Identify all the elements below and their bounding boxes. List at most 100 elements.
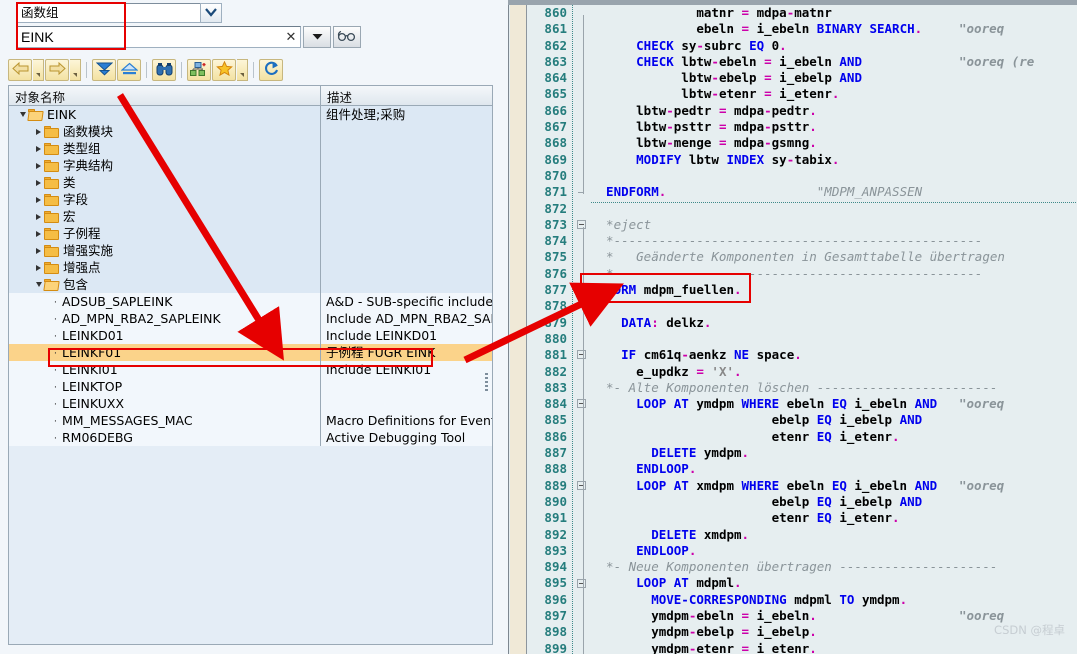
- code-line[interactable]: *- Alte Komponenten löschen ------------…: [591, 380, 1077, 396]
- table-row[interactable]: · LEINKD01 Include LEINKD01: [9, 327, 492, 344]
- code-line[interactable]: lbtw-etenr = i_etenr.: [591, 86, 1077, 102]
- table-row[interactable]: 类: [9, 174, 492, 191]
- code-token: .: [741, 526, 750, 542]
- find-button[interactable]: [152, 59, 176, 81]
- table-row[interactable]: · AD_MPN_RBA2_SAPLEINK Include AD_MPN_RBA2…: [9, 310, 492, 327]
- code-line[interactable]: *---------------------------------------…: [591, 233, 1077, 249]
- table-row[interactable]: 字段: [9, 191, 492, 208]
- editor-fold-gutter[interactable]: [573, 5, 591, 654]
- table-row[interactable]: 类型组: [9, 140, 492, 157]
- object-name-dropdown-button[interactable]: [303, 26, 331, 48]
- code-line[interactable]: LOOP AT xmdpm WHERE ebeln EQ i_ebeln AND…: [591, 478, 1077, 494]
- code-line[interactable]: ebelp EQ i_ebelp AND: [591, 494, 1077, 510]
- code-line[interactable]: [591, 201, 1077, 217]
- collapse-all-button[interactable]: [117, 59, 141, 81]
- code-line[interactable]: [591, 331, 1077, 347]
- code-line[interactable]: CHECK sy-subrc EQ 0.: [591, 38, 1077, 54]
- code-line[interactable]: * Geänderte Komponenten in Gesamttabelle…: [591, 249, 1077, 265]
- column-header-description[interactable]: 描述: [321, 86, 492, 105]
- forward-dropdown[interactable]: [70, 59, 81, 81]
- code-line[interactable]: ebelp EQ i_ebelp AND: [591, 412, 1077, 428]
- code-line[interactable]: matnr = mdpa-matnr: [591, 5, 1077, 21]
- back-dropdown[interactable]: [33, 59, 44, 81]
- code-line[interactable]: MOVE-CORRESPONDING mdpml TO ymdpm.: [591, 592, 1077, 608]
- code-token: mdpml: [696, 575, 734, 591]
- code-line[interactable]: ymdpm-etenr = i_etenr.: [591, 641, 1077, 654]
- fold-toggle-icon[interactable]: [577, 219, 586, 229]
- back-button[interactable]: [8, 59, 32, 81]
- code-line[interactable]: *eject: [591, 217, 1077, 233]
- code-line[interactable]: IF cm61q-aenkz NE space.: [591, 347, 1077, 363]
- code-line[interactable]: ENDLOOP.: [591, 461, 1077, 477]
- object-type-dropdown-button[interactable]: [200, 3, 222, 23]
- code-line[interactable]: lbtw-pedtr = mdpa-pedtr.: [591, 103, 1077, 119]
- table-row[interactable]: 宏: [9, 208, 492, 225]
- code-line[interactable]: LOOP AT mdpml.: [591, 575, 1077, 591]
- editor-bookmark-gutter[interactable]: [510, 5, 527, 654]
- chevron-down-icon[interactable]: [33, 282, 44, 287]
- refresh-button[interactable]: [259, 59, 283, 81]
- code-line[interactable]: MODIFY lbtw INDEX sy-tabix.: [591, 152, 1077, 168]
- fold-toggle-icon[interactable]: [577, 480, 586, 490]
- code-line[interactable]: DATA: delkz.: [591, 315, 1077, 331]
- code-token: ymdpm: [591, 624, 689, 640]
- tree-scroll-grip[interactable]: [485, 371, 490, 393]
- chevron-right-icon[interactable]: [33, 145, 44, 152]
- table-row[interactable]: 增强点: [9, 259, 492, 276]
- table-row[interactable]: 子例程: [9, 225, 492, 242]
- fold-toggle-icon[interactable]: [577, 350, 586, 360]
- chevron-right-icon[interactable]: [33, 196, 44, 203]
- tree-node-label: 宏: [63, 208, 76, 224]
- favorites-button[interactable]: [212, 59, 236, 81]
- favorites-dropdown[interactable]: [237, 59, 248, 81]
- expand-all-button[interactable]: [92, 59, 116, 81]
- close-x-icon[interactable]: ✕: [282, 29, 300, 45]
- code-line[interactable]: lbtw-menge = mdpa-gsmng.: [591, 135, 1077, 151]
- table-row[interactable]: · RM06DEBG Active Debugging Tool: [9, 429, 492, 446]
- code-line[interactable]: DELETE ymdpm.: [591, 445, 1077, 461]
- column-header-object-name[interactable]: 对象名称: [9, 86, 321, 105]
- code-line[interactable]: [591, 168, 1077, 184]
- object-list-button[interactable]: [187, 59, 211, 81]
- code-token: -: [711, 86, 719, 102]
- table-row[interactable]: · LEINKUXX: [9, 395, 492, 412]
- table-row[interactable]: EINK 组件处理;采购: [9, 106, 492, 123]
- chevron-right-icon[interactable]: [33, 247, 44, 254]
- chevron-down-icon[interactable]: [17, 112, 28, 117]
- code-line[interactable]: etenr EQ i_etenr.: [591, 429, 1077, 445]
- table-row[interactable]: 增强实施: [9, 242, 492, 259]
- code-line[interactable]: ENDFORM. "MDPM_ANPASSEN: [591, 184, 1077, 200]
- code-line[interactable]: lbtw-psttr = mdpa-psttr.: [591, 119, 1077, 135]
- code-token: mdpml: [794, 591, 840, 607]
- tree-node-description: 组件处理;采购: [326, 106, 406, 122]
- chevron-right-icon[interactable]: [33, 230, 44, 237]
- code-line[interactable]: CHECK lbtw-ebeln = i_ebeln AND "ooreq (re: [591, 54, 1077, 70]
- chevron-right-icon[interactable]: [33, 264, 44, 271]
- code-line[interactable]: *- Neue Komponenten übertragen ---------…: [591, 559, 1077, 575]
- chevron-right-icon[interactable]: [33, 179, 44, 186]
- fold-toggle-icon[interactable]: [577, 578, 586, 588]
- table-row[interactable]: · MM_MESSAGES_MAC Macro Definitions for Ev…: [9, 412, 492, 429]
- code-line[interactable]: e_updkz = 'X'.: [591, 364, 1077, 380]
- pane-splitter[interactable]: [500, 0, 508, 654]
- code-line[interactable]: ENDLOOP.: [591, 543, 1077, 559]
- fold-toggle-icon[interactable]: [577, 399, 586, 409]
- table-row[interactable]: · LEINKTOP: [9, 378, 492, 395]
- code-line[interactable]: DELETE xmdpm.: [591, 527, 1077, 543]
- code-token: -: [764, 119, 772, 135]
- code-line[interactable]: lbtw-ebelp = i_ebelp AND: [591, 70, 1077, 86]
- code-token: ebelp: [591, 493, 817, 509]
- code-line[interactable]: ebeln = i_ebeln BINARY SEARCH. "ooreq: [591, 21, 1077, 37]
- forward-button[interactable]: [45, 59, 69, 81]
- search-history-button[interactable]: [333, 26, 361, 48]
- code-line[interactable]: LOOP AT ymdpm WHERE ebeln EQ i_ebeln AND…: [591, 396, 1077, 412]
- table-row[interactable]: · ADSUB_SAPLEINK A&D - SUB-specific includ…: [9, 293, 492, 310]
- editor-code-area[interactable]: matnr = mdpa-matnr ebeln = i_ebeln BINAR…: [591, 5, 1077, 654]
- table-row[interactable]: 字典结构: [9, 157, 492, 174]
- table-row[interactable]: 包含: [9, 276, 492, 293]
- chevron-right-icon[interactable]: [33, 128, 44, 135]
- chevron-right-icon[interactable]: [33, 213, 44, 220]
- code-line[interactable]: etenr EQ i_etenr.: [591, 510, 1077, 526]
- chevron-right-icon[interactable]: [33, 162, 44, 169]
- table-row[interactable]: 函数模块: [9, 123, 492, 140]
